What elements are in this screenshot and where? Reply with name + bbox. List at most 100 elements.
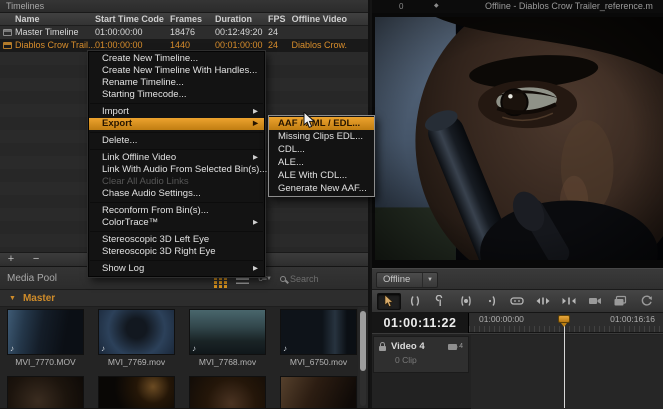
lock-icon[interactable] (379, 346, 386, 351)
scrollbar[interactable] (360, 309, 366, 406)
timelines-panel-title: Timelines (0, 0, 368, 13)
clip-thumbnail[interactable]: ♪ (281, 310, 356, 354)
clip-thumbnail[interactable] (8, 377, 83, 408)
half-bracket-tool-button[interactable] (480, 293, 504, 310)
cell-fps: 24 (268, 26, 278, 39)
menu-item-import[interactable]: Import▶ (89, 106, 264, 118)
menu-item-starting-timecode[interactable]: Starting Timecode... (89, 89, 264, 101)
menu-item-stereo-right-eye[interactable]: Stereoscopic 3D Right Eye (89, 246, 264, 258)
track-clip-count: 0 Clip (374, 352, 468, 365)
menu-item-colortrace[interactable]: ColorTrace™▶ (89, 217, 264, 229)
col-frames[interactable]: Frames (170, 13, 202, 26)
pointer-tool-button[interactable] (377, 293, 401, 310)
viewer-panel: 0 ◆ Offline - Diablos Crow Trailer_refer… (372, 0, 663, 408)
viewer-mode-row: Offline ▼ (372, 268, 663, 290)
export-submenu: AAF / XML / EDL... Missing Clips EDL... … (268, 115, 375, 197)
timeline-icon (3, 42, 12, 49)
selection-range-tool-button[interactable] (454, 293, 478, 310)
track-lane-video4[interactable] (471, 335, 663, 409)
submenu-item-generate-new-aaf[interactable]: Generate New AAF... (269, 182, 374, 195)
clip-item[interactable] (0, 377, 91, 408)
submenu-item-ale[interactable]: ALE... (269, 156, 374, 169)
timecode-row: 01:00:11:22 01:00:00:00 01:00:16:16 (372, 313, 663, 333)
bin-row-master[interactable]: ▼ Master (0, 290, 368, 307)
clip-thumbnail[interactable] (99, 377, 174, 408)
clip-item[interactable]: ♪ MVI_6750.mov (273, 310, 358, 367)
clip-filename: MVI_7768.mov (182, 357, 273, 367)
multicam-tool-button[interactable] (608, 293, 632, 310)
timeline-context-menu: Create New Timeline... Create New Timeli… (88, 51, 265, 277)
menu-separator (90, 260, 263, 261)
col-duration[interactable]: Duration (215, 13, 252, 26)
clip-item[interactable]: ♪ MVI_7769.mov (91, 310, 182, 367)
cell-frames: 18476 (170, 26, 195, 39)
bin-label: Master (23, 293, 55, 304)
playhead-marker[interactable] (558, 315, 570, 323)
menu-item-export[interactable]: Export▶ (89, 118, 264, 130)
scrollbar-thumb[interactable] (360, 311, 366, 371)
playhead-line[interactable] (564, 322, 565, 408)
track-header-video4[interactable]: Video 4 4 0 Clip (373, 336, 469, 373)
offline-mode-dropdown[interactable]: Offline ▼ (376, 272, 438, 288)
submenu-arrow-icon: ▶ (253, 106, 258, 118)
menu-item-link-offline-video[interactable]: Link Offline Video▶ (89, 152, 264, 164)
sync-tool-button[interactable] (634, 293, 658, 310)
ruler-end-timecode: 01:00:16:16 (610, 314, 655, 324)
clip-thumbnail[interactable]: ♪ (99, 310, 174, 354)
clip-item[interactable]: ♪ MVI_7768.mov (182, 310, 273, 367)
menu-item-reconform-from-bins[interactable]: Reconform From Bin(s)... (89, 205, 264, 217)
disclosure-triangle-icon[interactable]: ▼ (9, 295, 16, 302)
menu-separator (90, 231, 263, 232)
cell-fps: 24 (268, 39, 278, 52)
camera-tool-button[interactable] (583, 293, 607, 310)
add-timeline-button[interactable]: + (0, 253, 22, 266)
col-start[interactable]: Start Time Code (95, 13, 164, 26)
blade-tool-button[interactable] (505, 293, 529, 310)
submenu-item-ale-with-cdl[interactable]: ALE With CDL... (269, 169, 374, 182)
clip-item[interactable] (182, 377, 273, 408)
table-row-master-timeline[interactable]: Master Timeline 01:00:00:00 18476 00:12:… (0, 26, 368, 39)
clip-thumbnail[interactable] (190, 377, 265, 408)
viewer-mode-icon[interactable]: ◆ (434, 0, 439, 13)
clip-filename: MVI_7770.MOV (0, 357, 91, 367)
submenu-item-missing-clips-edl[interactable]: Missing Clips EDL... (269, 130, 374, 143)
clip-item[interactable]: ♪ MVI_7770.MOV (0, 310, 91, 367)
timelines-column-header[interactable]: Name Start Time Code Frames Duration FPS… (0, 13, 368, 26)
col-fps[interactable]: FPS (268, 13, 286, 26)
razor-tool-button[interactable] (428, 293, 452, 310)
menu-item-clear-audio-links: Clear All Audio Links (89, 176, 264, 188)
cell-offline-video: Diablos Crow. (291, 39, 347, 52)
monitor-icon[interactable] (448, 344, 457, 350)
clip-thumbnail[interactable] (281, 377, 356, 408)
menu-item-link-with-audio[interactable]: Link With Audio From Selected Bin(s)... (89, 164, 264, 176)
viewer-badge[interactable]: 0 (399, 0, 403, 13)
trim-mode-tool-button[interactable] (403, 293, 427, 310)
clip-thumbnail[interactable]: ♪ (190, 310, 265, 354)
search-box[interactable] (280, 274, 360, 284)
menu-item-chase-audio-settings[interactable]: Chase Audio Settings... (89, 188, 264, 200)
slide-tool-button[interactable] (557, 293, 581, 310)
grid-view-icon[interactable] (214, 277, 217, 280)
menu-item-delete[interactable]: Delete... (89, 135, 264, 147)
current-timecode: 01:00:11:22 (372, 313, 469, 333)
menu-item-show-log[interactable]: Show Log▶ (89, 263, 264, 275)
viewer-stage (372, 13, 663, 268)
col-offline[interactable]: Offline Video (292, 13, 347, 26)
clip-item[interactable] (273, 377, 358, 408)
chevron-down-icon[interactable]: ▼ (422, 273, 437, 287)
audio-note-icon: ♪ (10, 344, 14, 353)
slip-tool-button[interactable] (531, 293, 555, 310)
menu-item-stereo-left-eye[interactable]: Stereoscopic 3D Left Eye (89, 234, 264, 246)
menu-item-create-with-handles[interactable]: Create New Timeline With Handles... (89, 65, 264, 77)
col-name[interactable]: Name (15, 13, 40, 26)
menu-separator (90, 132, 263, 133)
search-input[interactable] (290, 274, 360, 284)
menu-item-create-new-timeline[interactable]: Create New Timeline... (89, 53, 264, 65)
submenu-item-cdl[interactable]: CDL... (269, 143, 374, 156)
submenu-item-aaf-xml-edl[interactable]: AAF / XML / EDL... (269, 117, 374, 130)
menu-item-rename-timeline[interactable]: Rename Timeline... (89, 77, 264, 89)
remove-timeline-button[interactable]: − (25, 253, 47, 266)
clip-thumbnail[interactable]: ♪ (8, 310, 83, 354)
cell-name: Diablos Crow Trail... (15, 39, 96, 52)
clip-item[interactable] (91, 377, 182, 408)
